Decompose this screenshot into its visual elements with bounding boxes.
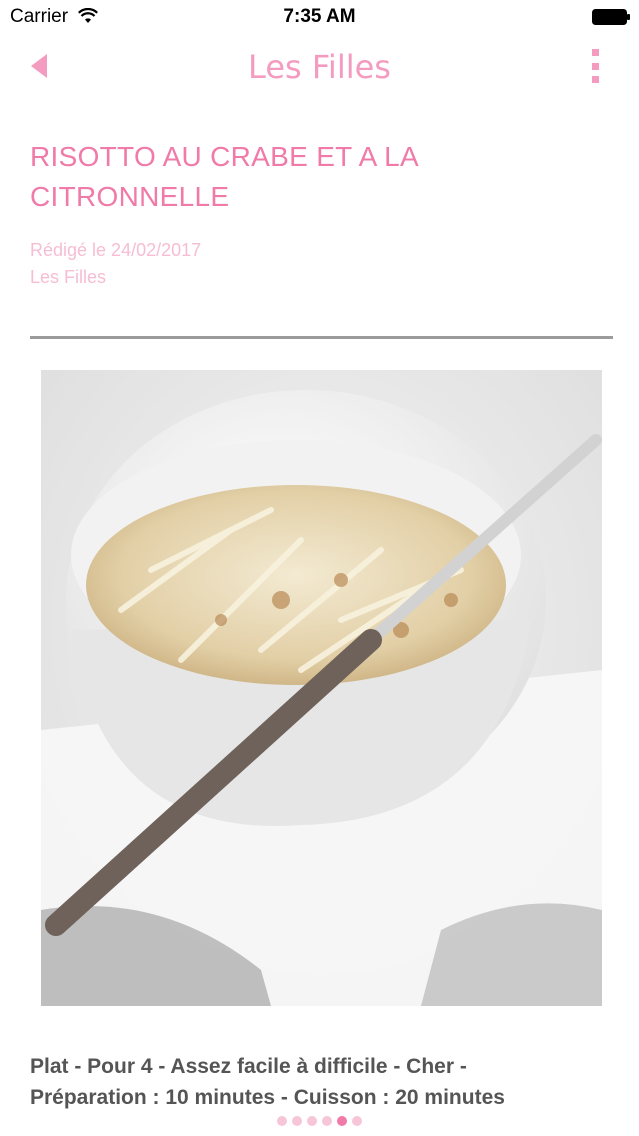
publish-date: Rédigé le 24/02/2017: [30, 240, 202, 260]
divider: [30, 336, 613, 339]
article-title: RISOTTO AU CRABE ET A LA CITRONNELLE: [30, 141, 418, 212]
status-bar: Carrier 7:35 AM: [0, 0, 639, 34]
more-vertical-icon-dot: [591, 76, 599, 83]
recipe-info-line-1: Plat - Pour 4 - Assez facile à difficile…: [30, 1055, 467, 1078]
page-dot[interactable]: [292, 1116, 302, 1126]
navigation-bar: Les Filles: [0, 34, 639, 100]
battery-icon: [592, 9, 630, 25]
bowl-of-risotto-image: [41, 370, 602, 1006]
page-dot[interactable]: [277, 1116, 287, 1126]
nav-title: Les Filles: [248, 48, 391, 86]
page-indicator[interactable]: [0, 1112, 639, 1130]
page-dot[interactable]: [322, 1116, 332, 1126]
more-vertical-icon: [591, 49, 599, 56]
page-dot[interactable]: [337, 1116, 347, 1126]
author-link[interactable]: Les Filles: [30, 267, 106, 288]
more-options-button[interactable]: [584, 46, 606, 86]
clock: 7:35 AM: [283, 6, 356, 27]
recipe-photo: [41, 370, 602, 1006]
recipe-info-line-2: Préparation : 10 minutes - Cuisson : 20 …: [30, 1086, 505, 1109]
page-dot[interactable]: [307, 1116, 317, 1126]
more-vertical-icon-dot: [591, 62, 599, 70]
page-dot[interactable]: [352, 1116, 362, 1126]
